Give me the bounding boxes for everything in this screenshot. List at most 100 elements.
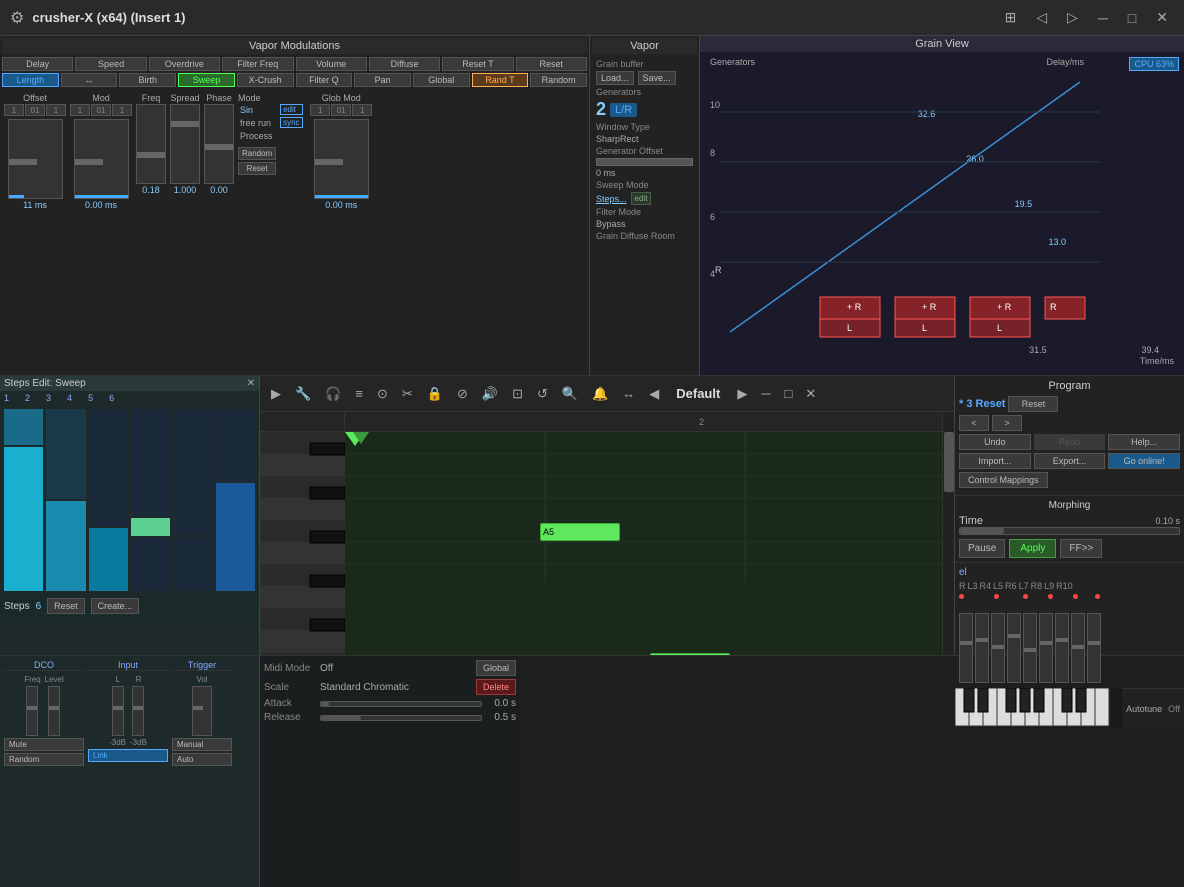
random-mode-btn[interactable]: Random bbox=[238, 147, 276, 160]
block-icon[interactable]: ⊘ bbox=[452, 383, 473, 405]
el-fader-2[interactable] bbox=[975, 613, 989, 683]
el-fader-1[interactable] bbox=[959, 613, 973, 683]
link-btn[interactable]: Link bbox=[88, 749, 168, 762]
birth-btn[interactable]: Birth bbox=[119, 73, 176, 87]
mode-edit-btn[interactable]: edit bbox=[280, 104, 302, 115]
prev-btn[interactable]: ◁ bbox=[1030, 7, 1053, 28]
step-cell[interactable] bbox=[4, 409, 43, 445]
note-a5[interactable]: A5 bbox=[540, 523, 620, 541]
length-btn[interactable]: Length bbox=[2, 73, 59, 87]
step-cell[interactable] bbox=[46, 501, 85, 591]
pr-next-btn[interactable]: ▶ bbox=[732, 384, 752, 404]
load-btn[interactable]: Load... bbox=[596, 71, 634, 85]
glob-mod-slider[interactable] bbox=[314, 119, 369, 199]
el-fader-4[interactable] bbox=[1007, 613, 1021, 683]
wrench-icon[interactable]: 🔧 bbox=[290, 383, 316, 405]
ff-btn[interactable]: FF>> bbox=[1060, 539, 1102, 558]
pr-close-btn[interactable]: ─ bbox=[756, 384, 775, 403]
steps-reset-btn[interactable]: Reset bbox=[47, 598, 85, 614]
speed-btn[interactable]: Speed bbox=[75, 57, 146, 71]
reset-t-btn[interactable]: Reset T bbox=[442, 57, 513, 71]
import-btn[interactable]: Import... bbox=[959, 453, 1031, 469]
delay-btn[interactable]: Delay bbox=[2, 57, 73, 71]
trigger-vol-fader[interactable] bbox=[192, 686, 212, 736]
phase-slider[interactable] bbox=[204, 104, 234, 184]
zoom-icon[interactable]: 🔍 bbox=[557, 383, 583, 405]
delete-btn[interactable]: Delete bbox=[476, 679, 516, 695]
manual-btn[interactable]: Manual bbox=[172, 738, 232, 751]
speaker-icon[interactable]: 🔊 bbox=[477, 383, 503, 405]
link-icon[interactable]: ⊙ bbox=[372, 383, 393, 405]
lock-icon[interactable]: 🔒 bbox=[422, 383, 448, 405]
undo-btn[interactable]: Undo bbox=[959, 434, 1031, 450]
step-cell[interactable] bbox=[173, 537, 212, 591]
mute-btn[interactable]: Mute bbox=[4, 738, 84, 751]
random-dco-btn[interactable]: Random bbox=[4, 753, 84, 766]
input-l-fader[interactable] bbox=[112, 686, 124, 736]
offset-slider[interactable] bbox=[8, 119, 63, 199]
grid-icon[interactable]: ⊡ bbox=[507, 383, 528, 405]
release-slider[interactable] bbox=[320, 715, 482, 721]
el-fader-7[interactable] bbox=[1055, 613, 1069, 683]
next-btn[interactable]: ▷ bbox=[1061, 7, 1084, 28]
step-cell[interactable] bbox=[89, 409, 128, 526]
dco-freq-fader[interactable] bbox=[26, 686, 38, 736]
lr-btn[interactable]: ↔ bbox=[61, 73, 118, 87]
pr-close2-btn[interactable]: ✕ bbox=[805, 386, 816, 402]
roll-scroll-bar[interactable] bbox=[942, 412, 954, 655]
control-mappings-btn[interactable]: Control Mappings bbox=[959, 472, 1048, 488]
input-r-fader[interactable] bbox=[132, 686, 144, 736]
undo-icon[interactable]: ↺ bbox=[532, 383, 553, 405]
el-fader-3[interactable] bbox=[991, 613, 1005, 683]
spread-slider[interactable] bbox=[170, 104, 200, 184]
gen-offset-slider[interactable] bbox=[596, 158, 693, 166]
apply-btn[interactable]: Apply bbox=[1009, 539, 1056, 558]
steps-close-btn[interactable]: ✕ bbox=[247, 378, 255, 389]
random-btn2[interactable]: Random bbox=[530, 73, 587, 87]
maximize-btn[interactable]: □ bbox=[1122, 8, 1142, 28]
reset-mode-btn[interactable]: Reset bbox=[238, 162, 276, 175]
program-reset-btn[interactable]: Reset bbox=[1008, 396, 1058, 412]
global-btn3[interactable]: Global bbox=[476, 660, 516, 676]
program-prev-btn[interactable]: < bbox=[959, 415, 989, 431]
el-fader-8[interactable] bbox=[1071, 613, 1085, 683]
xcrush-btn[interactable]: X-Crush bbox=[237, 73, 294, 87]
el-fader-9[interactable] bbox=[1087, 613, 1101, 683]
dco-level-fader[interactable] bbox=[48, 686, 60, 736]
resize-icon[interactable]: ↔ bbox=[617, 383, 640, 404]
freq-slider[interactable] bbox=[136, 104, 166, 184]
export-btn[interactable]: Export... bbox=[1034, 453, 1106, 469]
bell-icon[interactable]: 🔔 bbox=[587, 383, 613, 405]
pause-btn[interactable]: Pause bbox=[959, 539, 1005, 558]
el-fader-5[interactable] bbox=[1023, 613, 1037, 683]
attack-slider[interactable] bbox=[320, 701, 482, 707]
mod-slider[interactable] bbox=[74, 119, 129, 199]
step-cell[interactable] bbox=[216, 409, 255, 481]
mode-sync-btn[interactable]: sync bbox=[280, 117, 302, 128]
step-cell[interactable] bbox=[89, 528, 128, 591]
redo-btn[interactable]: Redo bbox=[1034, 434, 1106, 450]
roll-area[interactable]: 2 bbox=[345, 412, 954, 655]
go-online-btn[interactable]: Go online! bbox=[1108, 453, 1180, 469]
filter-freq-btn[interactable]: Filter Freq bbox=[222, 57, 293, 71]
diffuse-btn[interactable]: Diffuse bbox=[369, 57, 440, 71]
steps-edit-btn[interactable]: edit bbox=[631, 192, 652, 205]
pan-btn[interactable]: Pan bbox=[354, 73, 411, 87]
note-e5[interactable]: E5 bbox=[650, 653, 730, 655]
roll-scroll-thumb[interactable] bbox=[944, 432, 954, 492]
rand-t-btn[interactable]: Rand T bbox=[472, 73, 529, 87]
el-fader-6[interactable] bbox=[1039, 613, 1053, 683]
step-cell[interactable] bbox=[173, 409, 212, 535]
grid-view-btn[interactable]: ⊞ bbox=[999, 7, 1023, 28]
step-cell[interactable] bbox=[216, 483, 255, 591]
morphing-slider[interactable] bbox=[959, 527, 1180, 535]
steps-create-btn[interactable]: Create... bbox=[91, 598, 140, 614]
pr-maximize-btn[interactable]: □ bbox=[780, 384, 798, 403]
filter-q-btn[interactable]: Filter Q bbox=[296, 73, 353, 87]
minimize-btn[interactable]: ─ bbox=[1092, 8, 1114, 28]
global-btn2[interactable]: Global bbox=[413, 73, 470, 87]
step-cell[interactable] bbox=[46, 409, 85, 499]
step-cell[interactable] bbox=[131, 518, 170, 536]
list-icon[interactable]: ≡ bbox=[350, 383, 368, 404]
headphones-icon[interactable]: 🎧 bbox=[320, 383, 346, 405]
